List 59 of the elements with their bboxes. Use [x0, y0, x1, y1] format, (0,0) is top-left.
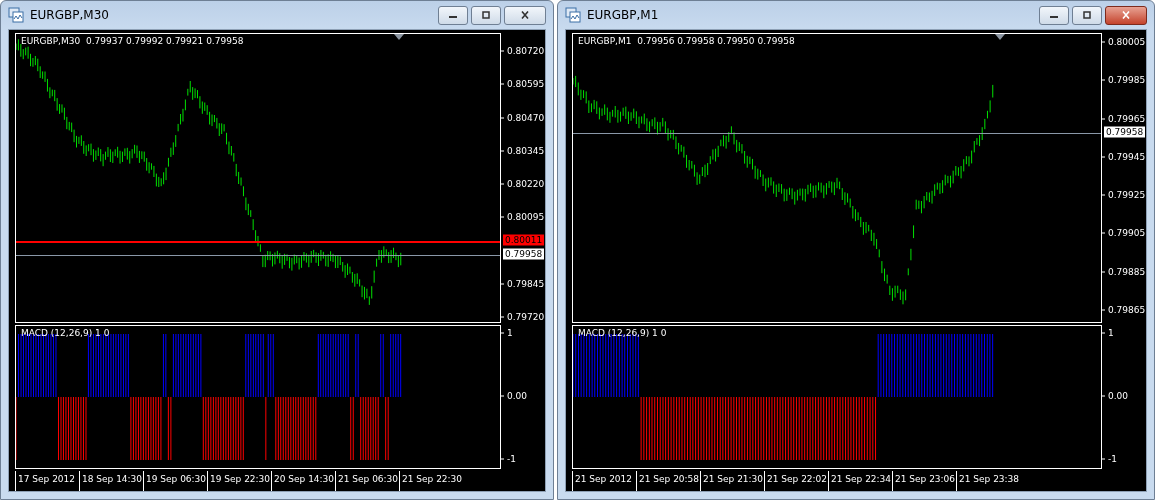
- close-button[interactable]: [1105, 5, 1147, 25]
- chart-icon: [565, 7, 581, 23]
- price-tick-label: 0.80345: [501, 145, 545, 157]
- minimize-button[interactable]: [438, 5, 468, 25]
- minimize-button[interactable]: [1039, 5, 1069, 25]
- chart-header: EURGBP,M1 0.79956 0.79958 0.79950 0.79958: [578, 36, 795, 46]
- restore-icon: [1081, 11, 1093, 19]
- close-button[interactable]: [504, 5, 546, 25]
- price-tick-label: 0.79965: [1102, 113, 1146, 125]
- indicator-label: MACD (12,26,9) 1 0: [578, 328, 667, 338]
- price-tick-label: 0.80005: [1102, 36, 1146, 48]
- price-tick-label: 0.79985: [1102, 74, 1146, 86]
- triangle-icon: [394, 34, 404, 40]
- time-label: 21 Sep 22:34: [828, 471, 892, 491]
- window-title: EURGBP,M1: [587, 8, 659, 22]
- indicator-tick-label: 1: [501, 327, 513, 339]
- time-label: 21 Sep 06:30: [335, 471, 399, 491]
- price-label: 0.79958: [1104, 126, 1146, 138]
- price-tick-label: 0.80220: [501, 178, 545, 190]
- price-label: 0.79958: [503, 248, 545, 260]
- time-label: 21 Sep 20:58: [636, 471, 700, 491]
- time-label: 21 Sep 2012: [572, 471, 636, 491]
- indicator-tick-label: 0.00: [501, 390, 528, 402]
- price-tick-label: 0.80470: [501, 112, 545, 123]
- chart-header: EURGBP,M30 0.79937 0.79992 0.79921 0.79958: [21, 36, 244, 46]
- price-tick-label: 0.80095: [501, 211, 545, 223]
- restore-icon: [480, 11, 492, 19]
- price-tick-label: 0.79885: [1102, 266, 1146, 278]
- price-tick-label: 0.80595: [501, 78, 545, 90]
- indicator-label: MACD (12,26,9) 1 0: [21, 328, 110, 338]
- price-tick-label: 0.79905: [1102, 227, 1146, 239]
- time-label: 21 Sep 23:38: [956, 471, 1020, 491]
- time-label: 18 Sep 14:30: [79, 471, 143, 491]
- time-label: 17 Sep 2012: [15, 471, 79, 491]
- price-label: 0.80011: [503, 234, 545, 246]
- price-tick-label: 0.79865: [1102, 304, 1146, 316]
- time-label: 21 Sep 21:30: [700, 471, 764, 491]
- indicator-tick-label: -1: [1102, 453, 1117, 465]
- price-tick-label: 0.79720: [501, 311, 545, 323]
- time-label: 19 Sep 06:30: [143, 471, 207, 491]
- price-tick-label: 0.80720: [501, 45, 545, 57]
- maximize-button[interactable]: [471, 5, 501, 25]
- time-label: 20 Sep 14:30: [271, 471, 335, 491]
- indicator-tick-label: 0.00: [1102, 390, 1129, 402]
- close-icon: [519, 11, 531, 19]
- time-label: 21 Sep 22:02: [764, 471, 828, 491]
- price-tick-label: 0.79845: [501, 278, 545, 290]
- indicator-tick-label: 1: [1102, 327, 1114, 339]
- close-icon: [1120, 11, 1132, 19]
- triangle-icon: [995, 34, 1005, 40]
- indicator-tick-label: -1: [501, 453, 516, 465]
- time-label: 21 Sep 23:06: [892, 471, 956, 491]
- time-label: 19 Sep 22:30: [207, 471, 271, 491]
- chart-icon: [8, 7, 24, 23]
- maximize-button[interactable]: [1072, 5, 1102, 25]
- price-tick-label: 0.79925: [1102, 189, 1146, 201]
- price-tick-label: 0.79945: [1102, 151, 1146, 163]
- window-title: EURGBP,M30: [30, 8, 109, 22]
- time-label: 21 Sep 22:30: [399, 471, 463, 491]
